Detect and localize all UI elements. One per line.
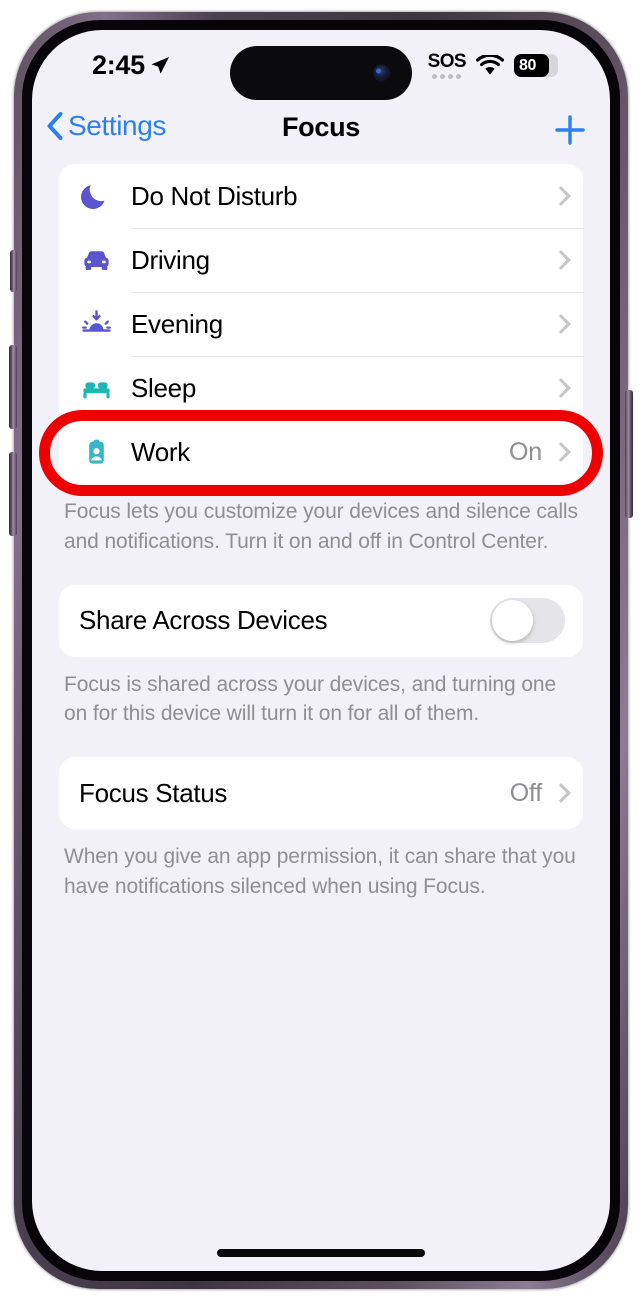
home-indicator[interactable] (217, 1249, 425, 1257)
toggle-knob (492, 600, 533, 642)
badge-icon (79, 435, 113, 469)
focus-row-label: Do Not Disturb (131, 180, 298, 211)
share-across-devices-footer: Focus is shared across your devices, and… (64, 672, 557, 726)
focus-row-sleep[interactable]: Sleep (59, 356, 583, 420)
chevron-right-icon (554, 315, 565, 334)
focus-status-value: Off (509, 778, 542, 807)
focus-row-evening[interactable]: Evening (59, 292, 583, 356)
silence-switch[interactable] (10, 250, 17, 292)
focus-row-label: Sleep (131, 372, 196, 403)
navigation-bar: Settings Focus (32, 102, 610, 164)
focus-list-card: Do Not Disturb Driving Evening Sleep Wor… (59, 164, 583, 484)
focus-row-do-not-disturb[interactable]: Do Not Disturb (59, 164, 583, 228)
chevron-right-icon (554, 443, 565, 462)
chevron-right-icon (554, 251, 565, 270)
settings-content: Do Not Disturb Driving Evening Sleep Wor… (32, 164, 610, 1271)
bed-icon (79, 371, 113, 405)
car-icon (79, 243, 113, 277)
focus-status-card: Focus Status Off (59, 757, 583, 830)
focus-status-label: Focus Status (79, 777, 228, 808)
plus-icon (555, 115, 585, 145)
status-bar: 2:45 SOS 80 (32, 30, 610, 102)
battery-indicator: 80 (514, 54, 558, 77)
status-indicators: SOS 80 (428, 52, 558, 79)
battery-percent-label: 80 (519, 56, 536, 74)
front-camera-icon (373, 64, 390, 82)
dynamic-island (230, 46, 412, 100)
add-focus-button[interactable] (548, 108, 592, 152)
chevron-right-icon (554, 784, 565, 803)
focus-status-footer: When you give an app permission, it can … (64, 845, 576, 899)
focus-list-footer: Focus lets you customize your devices an… (64, 500, 578, 553)
page-title: Focus (281, 112, 360, 142)
focus-row-driving[interactable]: Driving (59, 228, 583, 292)
focus-row-label: Driving (131, 244, 210, 275)
volume-up-button[interactable] (9, 345, 17, 429)
sunset-icon (79, 307, 113, 341)
status-time: 2:45 (92, 50, 170, 81)
sos-label: SOS (427, 51, 467, 72)
share-across-devices-card: Share Across Devices (59, 584, 583, 657)
status-time-label: 2:45 (92, 50, 145, 80)
location-arrow-icon (151, 56, 169, 74)
phone-screen: 2:45 SOS 80 Settings Focus Do Not Distur… (32, 30, 610, 1271)
focus-row-label: Work (131, 436, 190, 467)
focus-row-work[interactable]: Work On (59, 420, 583, 484)
focus-status-row[interactable]: Focus Status Off (59, 757, 583, 829)
sos-indicator: SOS (427, 51, 467, 79)
moon-icon (79, 179, 113, 213)
screenshot-stage: 2:45 SOS 80 Settings Focus Do Not Distur… (0, 0, 642, 1301)
chevron-right-icon (554, 379, 565, 398)
wifi-icon (476, 55, 504, 75)
chevron-right-icon (554, 187, 565, 206)
focus-row-label: Evening (131, 308, 223, 339)
volume-down-button[interactable] (9, 452, 17, 536)
cellular-dots-icon (432, 74, 462, 79)
side-power-button[interactable] (625, 390, 633, 518)
focus-row-value: On (509, 437, 542, 466)
share-across-devices-row[interactable]: Share Across Devices (59, 585, 583, 657)
share-across-devices-label: Share Across Devices (79, 605, 328, 636)
share-across-devices-toggle[interactable] (490, 598, 565, 644)
